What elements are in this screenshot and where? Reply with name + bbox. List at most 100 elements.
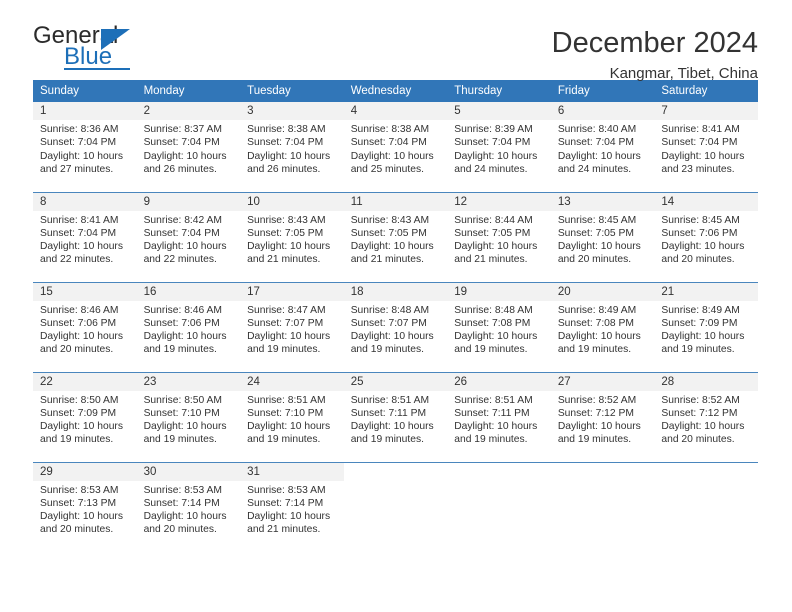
day-details: Sunrise: 8:46 AM Sunset: 7:06 PM Daylight:… <box>137 301 241 357</box>
calendar-day-cell[interactable]: 21 Sunrise: 8:49 AM Sunset: 7:09 PM Dayligh… <box>654 281 758 372</box>
sunset-text: Sunset: 7:14 PM <box>247 497 324 509</box>
day-details: Sunrise: 8:43 AM Sunset: 7:05 PM Daylight:… <box>344 211 448 267</box>
calendar-day-cell[interactable]: 29 Sunrise: 8:53 AM Sunset: 7:13 PM Dayligh… <box>33 461 137 552</box>
day-number: 4 <box>343 102 448 120</box>
sunrise-text: Sunrise: 8:52 AM <box>557 394 637 406</box>
calendar-day-cell[interactable]: 8 Sunrise: 8:41 AM Sunset: 7:04 PM Daylight… <box>33 191 137 282</box>
calendar-day-cell[interactable]: 3 Sunrise: 8:38 AM Sunset: 7:04 PM Daylight… <box>240 102 344 192</box>
calendar-day-cell[interactable]: 16 Sunrise: 8:46 AM Sunset: 7:06 PM Dayligh… <box>136 281 241 372</box>
calendar-day-cell[interactable]: 28 Sunrise: 8:52 AM Sunset: 7:12 PM Dayligh… <box>654 371 758 462</box>
sunrise-text: Sunrise: 8:51 AM <box>454 394 533 406</box>
calendar-day-cell[interactable]: 11 Sunrise: 8:43 AM Sunset: 7:05 PM Dayligh… <box>343 191 448 282</box>
daylight-text-line2: and 27 minutes. <box>40 163 114 175</box>
sunrise-text: Sunrise: 8:48 AM <box>454 304 533 316</box>
location-subtitle: Kangmar, Tibet, China <box>609 65 758 82</box>
calendar-day-cell[interactable]: 30 Sunrise: 8:53 AM Sunset: 7:14 PM Dayligh… <box>136 461 241 552</box>
calendar-week-row: 8 Sunrise: 8:41 AM Sunset: 7:04 PM Daylight… <box>33 191 758 282</box>
calendar-day-cell[interactable]: 31 Sunrise: 8:53 AM Sunset: 7:14 PM Dayligh… <box>240 461 344 552</box>
day-details: Sunrise: 8:43 AM Sunset: 7:05 PM Daylight:… <box>240 211 344 267</box>
calendar-day-cell[interactable]: 4 Sunrise: 8:38 AM Sunset: 7:04 PM Daylight… <box>343 102 448 192</box>
calendar-day-cell[interactable]: 20 Sunrise: 8:49 AM Sunset: 7:08 PM Dayligh… <box>550 281 655 372</box>
sunset-text: Sunset: 7:04 PM <box>40 227 117 239</box>
daylight-text-line1: Daylight: 10 hours <box>661 421 745 433</box>
daylight-text-line1: Daylight: 10 hours <box>350 421 434 433</box>
calendar-day-cell[interactable]: 7 Sunrise: 8:41 AM Sunset: 7:04 PM Daylight… <box>654 102 758 192</box>
sunset-text: Sunset: 7:08 PM <box>557 317 634 329</box>
sunset-text: Sunset: 7:11 PM <box>350 407 427 419</box>
sunrise-text: Sunrise: 8:38 AM <box>350 124 430 135</box>
calendar-day-cell[interactable]: 15 Sunrise: 8:46 AM Sunset: 7:06 PM Dayligh… <box>33 281 137 372</box>
daylight-text-line2: and 21 minutes. <box>350 254 424 266</box>
sunrise-text: Sunrise: 8:53 AM <box>40 484 119 496</box>
title-block: December 2024 Kangmar, Tibet, China <box>552 24 758 85</box>
sunset-text: Sunset: 7:06 PM <box>40 317 117 329</box>
day-details: Sunrise: 8:51 AM Sunset: 7:10 PM Daylight:… <box>240 391 344 447</box>
calendar-day-cell[interactable]: 25 Sunrise: 8:51 AM Sunset: 7:11 PM Dayligh… <box>343 371 448 462</box>
calendar-day-cell[interactable]: 24 Sunrise: 8:51 AM Sunset: 7:10 PM Dayligh… <box>240 371 344 462</box>
sunrise-text: Sunrise: 8:51 AM <box>350 394 430 406</box>
day-number: 10 <box>240 192 344 211</box>
day-details: Sunrise: 8:42 AM Sunset: 7:04 PM Daylight:… <box>137 211 241 267</box>
calendar-day-cell[interactable]: 19 Sunrise: 8:48 AM Sunset: 7:08 PM Dayligh… <box>447 281 551 372</box>
daylight-text-line1: Daylight: 10 hours <box>143 241 227 253</box>
day-number: 26 <box>447 372 551 391</box>
day-number: 25 <box>343 372 448 391</box>
day-details: Sunrise: 8:52 AM Sunset: 7:12 PM Daylight:… <box>654 391 758 447</box>
page-header: General Blue December 2024 Kangmar, Tibe… <box>0 0 792 83</box>
daylight-text-line1: Daylight: 10 hours <box>661 331 745 343</box>
calendar-day-cell[interactable]: 14 Sunrise: 8:45 AM Sunset: 7:06 PM Dayligh… <box>654 191 758 282</box>
daylight-text-line2: and 19 minutes. <box>143 344 217 356</box>
day-details: Sunrise: 8:49 AM Sunset: 7:09 PM Daylight:… <box>654 301 758 357</box>
calendar-day-cell[interactable]: 26 Sunrise: 8:51 AM Sunset: 7:11 PM Dayligh… <box>447 371 551 462</box>
daylight-text-line2: and 26 minutes. <box>143 163 217 175</box>
calendar-day-cell[interactable]: 18 Sunrise: 8:48 AM Sunset: 7:07 PM Dayligh… <box>343 281 448 372</box>
daylight-text-line1: Daylight: 10 hours <box>40 150 123 162</box>
day-details: Sunrise: 8:53 AM Sunset: 7:13 PM Daylight:… <box>33 481 137 537</box>
day-details: Sunrise: 8:39 AM Sunset: 7:04 PM Daylight:… <box>447 120 551 176</box>
calendar-day-cell[interactable]: 17 Sunrise: 8:47 AM Sunset: 7:07 PM Dayligh… <box>240 281 344 372</box>
calendar-day-cell[interactable]: 27 Sunrise: 8:52 AM Sunset: 7:12 PM Dayligh… <box>550 371 655 462</box>
sunset-text: Sunset: 7:14 PM <box>143 497 220 509</box>
day-number: 2 <box>136 102 241 120</box>
day-details: Sunrise: 8:49 AM Sunset: 7:08 PM Daylight:… <box>551 301 655 357</box>
sunset-text: Sunset: 7:04 PM <box>143 227 220 239</box>
day-number: 20 <box>550 282 655 301</box>
calendar-day-cell[interactable]: 5 Sunrise: 8:39 AM Sunset: 7:04 PM Daylight… <box>447 102 551 192</box>
calendar-day-cell[interactable]: 10 Sunrise: 8:43 AM Sunset: 7:05 PM Dayligh… <box>240 191 344 282</box>
calendar-day-cell[interactable]: 23 Sunrise: 8:50 AM Sunset: 7:10 PM Dayligh… <box>136 371 241 462</box>
day-number: 28 <box>654 372 758 391</box>
day-number: 19 <box>447 282 551 301</box>
calendar-day-cell[interactable]: 12 Sunrise: 8:44 AM Sunset: 7:05 PM Dayligh… <box>447 191 551 282</box>
calendar-week-row: 29 Sunrise: 8:53 AM Sunset: 7:13 PM Dayligh… <box>33 461 758 552</box>
calendar-day-cell[interactable]: 13 Sunrise: 8:45 AM Sunset: 7:05 PM Dayligh… <box>550 191 655 282</box>
daylight-text-line1: Daylight: 10 hours <box>40 511 123 523</box>
daylight-text-line1: Daylight: 10 hours <box>350 331 434 343</box>
sunset-text: Sunset: 7:04 PM <box>557 137 634 149</box>
sunset-text: Sunset: 7:09 PM <box>661 317 738 329</box>
calendar-day-cell[interactable]: 6 Sunrise: 8:40 AM Sunset: 7:04 PM Daylight… <box>550 102 655 192</box>
general-blue-logo[interactable]: General Blue <box>33 24 148 70</box>
day-details: Sunrise: 8:38 AM Sunset: 7:04 PM Daylight:… <box>344 120 448 176</box>
daylight-text-line1: Daylight: 10 hours <box>661 241 745 253</box>
daylight-text-line1: Daylight: 10 hours <box>143 331 227 343</box>
sunrise-text: Sunrise: 8:49 AM <box>661 304 740 316</box>
sunset-text: Sunset: 7:04 PM <box>247 137 324 149</box>
day-number: 24 <box>240 372 344 391</box>
daylight-text-line2: and 20 minutes. <box>40 344 114 356</box>
day-number: 13 <box>550 192 655 211</box>
day-number: 6 <box>550 102 655 120</box>
calendar-day-cell[interactable]: 22 Sunrise: 8:50 AM Sunset: 7:09 PM Dayligh… <box>33 371 137 462</box>
weekday-header-tuesday: Tuesday <box>240 80 344 102</box>
calendar-day-cell[interactable]: 2 Sunrise: 8:37 AM Sunset: 7:04 PM Daylight… <box>136 102 241 192</box>
calendar-day-cell[interactable]: 9 Sunrise: 8:42 AM Sunset: 7:04 PM Daylight… <box>136 191 241 282</box>
day-details: Sunrise: 8:37 AM Sunset: 7:04 PM Daylight:… <box>137 120 241 176</box>
sunset-text: Sunset: 7:08 PM <box>454 317 531 329</box>
day-number <box>344 463 448 481</box>
daylight-text-line2: and 24 minutes. <box>454 163 528 175</box>
calendar-day-cell[interactable]: 1 Sunrise: 8:36 AM Sunset: 7:04 PM Daylight… <box>33 102 137 192</box>
sunrise-text: Sunrise: 8:45 AM <box>661 214 740 226</box>
sunrise-text: Sunrise: 8:38 AM <box>247 124 326 135</box>
daylight-text-line1: Daylight: 10 hours <box>454 241 538 253</box>
sunrise-text: Sunrise: 8:39 AM <box>454 124 533 135</box>
sunrise-text: Sunrise: 8:47 AM <box>247 304 326 316</box>
